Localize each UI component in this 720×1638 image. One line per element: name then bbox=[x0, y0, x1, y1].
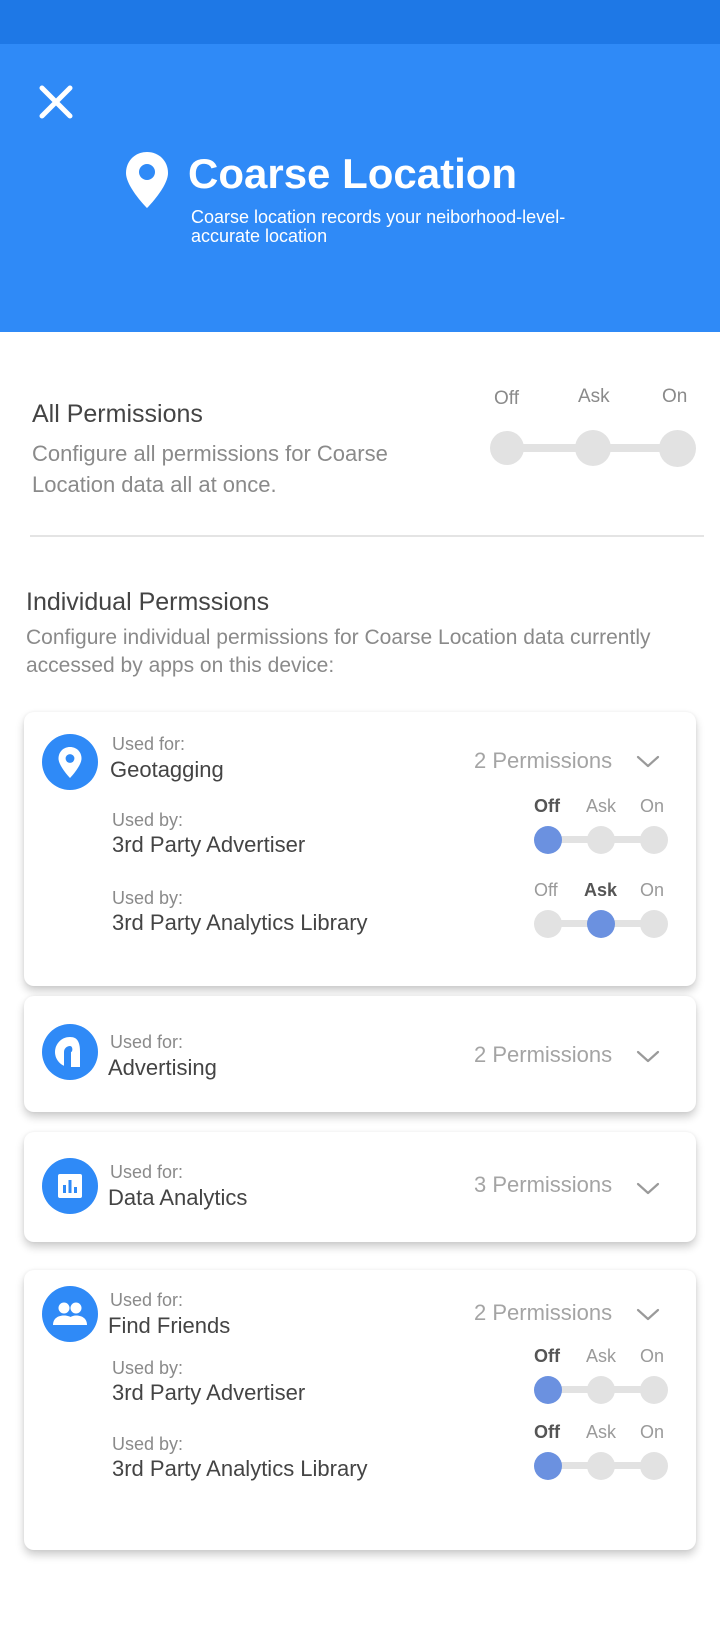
option-off-label: Off bbox=[534, 796, 560, 816]
slider-knob-off[interactable] bbox=[534, 910, 562, 938]
permission-slider[interactable] bbox=[534, 1452, 668, 1480]
chevron-down-icon[interactable] bbox=[636, 755, 660, 769]
permission-slider[interactable] bbox=[534, 1376, 668, 1404]
chevron-down-icon[interactable] bbox=[636, 1182, 660, 1196]
option-on-label: On bbox=[640, 796, 665, 816]
slider-knob-on[interactable] bbox=[640, 1452, 668, 1480]
option-on-label: On bbox=[640, 1346, 665, 1366]
slider-knob-on[interactable] bbox=[640, 910, 668, 938]
status-bar bbox=[0, 0, 720, 44]
category-name: Data Analytics bbox=[108, 1185, 248, 1210]
chevron-down-icon[interactable] bbox=[636, 1308, 660, 1322]
option-ask-label: Ask bbox=[586, 1422, 617, 1442]
used-by-label: Used by: bbox=[112, 888, 184, 908]
permission-slider[interactable] bbox=[534, 910, 668, 938]
option-on-label: On bbox=[640, 1422, 665, 1442]
slider-knob-off[interactable] bbox=[490, 431, 524, 465]
location-pin-icon bbox=[42, 734, 98, 790]
all-on-label: On bbox=[662, 386, 688, 407]
slider-knob-ask[interactable] bbox=[587, 910, 615, 938]
close-button[interactable] bbox=[36, 82, 76, 122]
divider bbox=[30, 535, 704, 537]
used-for-label: Used for: bbox=[110, 1032, 184, 1052]
option-ask-label: Ask bbox=[586, 1346, 617, 1366]
all-permissions-title: All Permissions bbox=[32, 400, 203, 428]
option-off-label: Off bbox=[534, 1422, 560, 1442]
slider-knob-off[interactable] bbox=[534, 826, 562, 854]
location-pin-icon bbox=[126, 152, 168, 208]
app-name: 3rd Party Analytics Library bbox=[112, 1456, 368, 1481]
permissions-count[interactable]: 3 Permissions bbox=[474, 1172, 612, 1198]
app-name: 3rd Party Advertiser bbox=[112, 832, 306, 857]
used-for-label: Used for: bbox=[110, 1162, 184, 1182]
used-by-label: Used by: bbox=[112, 1358, 184, 1378]
app-name: 3rd Party Analytics Library bbox=[112, 910, 368, 935]
slider-knob-off[interactable] bbox=[534, 1376, 562, 1404]
category-name: Find Friends bbox=[108, 1313, 231, 1338]
used-for-label: Used for: bbox=[110, 1290, 184, 1310]
slider-knob-on[interactable] bbox=[640, 1376, 668, 1404]
slider-knob-ask[interactable] bbox=[587, 1376, 615, 1404]
permission-slider[interactable] bbox=[534, 826, 668, 854]
permission-card-geotagging[interactable]: Used for: Geotagging 2 Permissions Used … bbox=[24, 712, 696, 986]
bar-chart-icon bbox=[42, 1158, 98, 1214]
category-name: Advertising bbox=[108, 1055, 217, 1080]
used-by-label: Used by: bbox=[112, 810, 184, 830]
permissions-count[interactable]: 2 Permissions bbox=[474, 1300, 612, 1326]
category-name: Geotagging bbox=[110, 757, 224, 782]
used-by-label: Used by: bbox=[112, 1434, 184, 1454]
used-for-label: Used for: bbox=[112, 734, 186, 754]
page-title: Coarse Location bbox=[188, 150, 518, 197]
all-off-label: Off bbox=[494, 388, 519, 409]
people-icon bbox=[42, 1286, 98, 1342]
option-off-label: Off bbox=[534, 1346, 560, 1366]
close-icon bbox=[39, 85, 73, 119]
permissions-count[interactable]: 2 Permissions bbox=[474, 1042, 612, 1068]
individual-permissions-description: Configure individual permissions for Coa… bbox=[26, 626, 651, 677]
option-ask-label: Ask bbox=[586, 796, 617, 816]
permission-card-data-analytics[interactable]: Used for: Data Analytics 3 Permissions bbox=[24, 1132, 696, 1242]
slider-knob-ask[interactable] bbox=[575, 430, 611, 466]
option-off-label: Off bbox=[534, 880, 558, 900]
page-subtitle: Coarse location records your neiborhood-… bbox=[191, 207, 566, 246]
individual-permissions-title: Individual Permssions bbox=[26, 588, 270, 616]
permissions-count[interactable]: 2 Permissions bbox=[474, 748, 612, 774]
chevron-down-icon[interactable] bbox=[636, 1050, 660, 1064]
all-permissions-description: Configure all permissions for Coarse Loc… bbox=[32, 441, 388, 497]
all-ask-label: Ask bbox=[578, 386, 610, 407]
option-on-label: On bbox=[640, 880, 665, 900]
slider-knob-ask[interactable] bbox=[587, 1452, 615, 1480]
slider-knob-off[interactable] bbox=[534, 1452, 562, 1480]
slider-knob-ask[interactable] bbox=[587, 826, 615, 854]
all-permissions-slider[interactable] bbox=[490, 430, 696, 467]
slider-knob-on[interactable] bbox=[659, 430, 696, 467]
header: Coarse Location Coarse location records … bbox=[0, 44, 720, 332]
permission-card-find-friends[interactable]: Used for: Find Friends 2 Permissions Use… bbox=[24, 1270, 696, 1550]
advertising-icon bbox=[42, 1024, 98, 1080]
permission-card-advertising[interactable]: Used for: Advertising 2 Permissions bbox=[24, 996, 696, 1112]
app-name: 3rd Party Advertiser bbox=[112, 1380, 306, 1405]
option-ask-label: Ask bbox=[584, 880, 618, 900]
slider-knob-on[interactable] bbox=[640, 826, 668, 854]
